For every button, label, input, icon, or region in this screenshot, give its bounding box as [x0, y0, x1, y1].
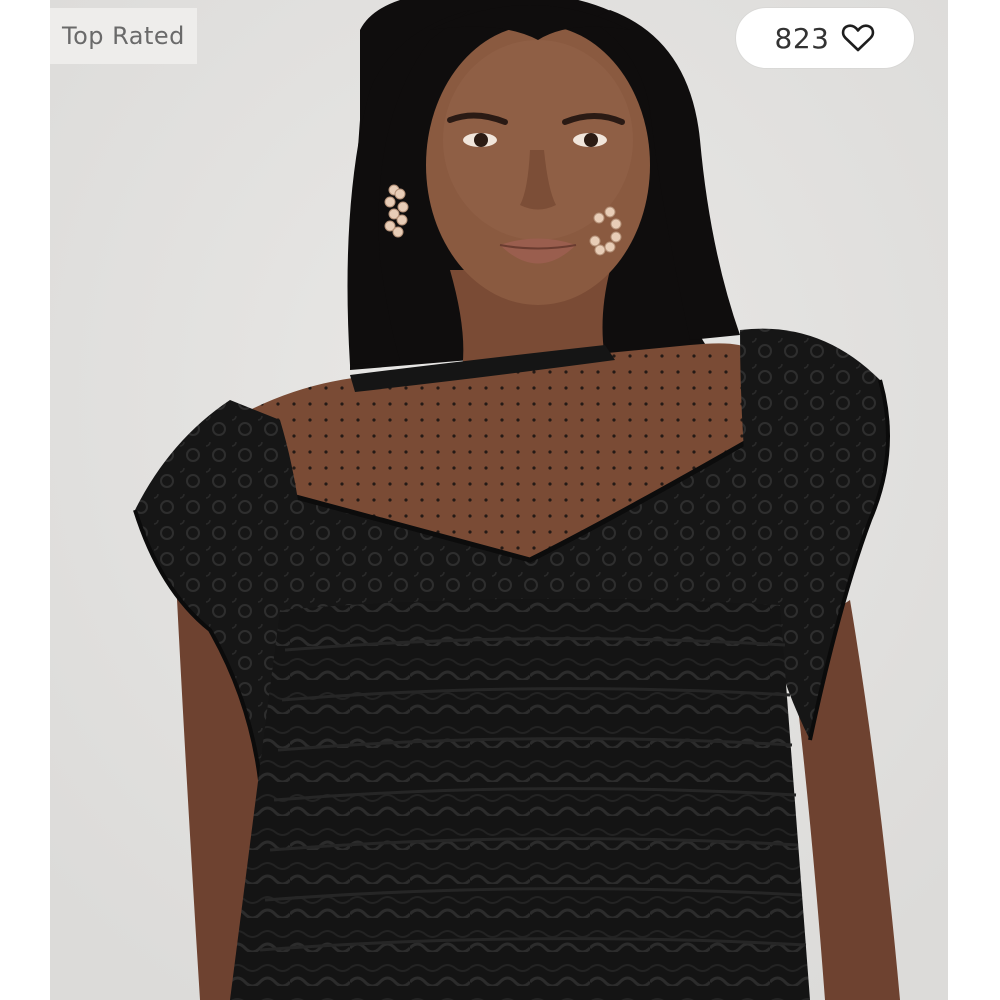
- product-image[interactable]: [50, 0, 948, 1000]
- favorite-button[interactable]: 823: [736, 8, 914, 68]
- product-card: Top Rated 823: [0, 0, 1000, 1000]
- product-photo-illustration: [50, 0, 948, 1000]
- top-rated-badge-label: Top Rated: [62, 22, 185, 50]
- likes-count: 823: [774, 21, 830, 55]
- heart-outline-icon: [842, 24, 875, 52]
- top-rated-badge: Top Rated: [50, 8, 197, 64]
